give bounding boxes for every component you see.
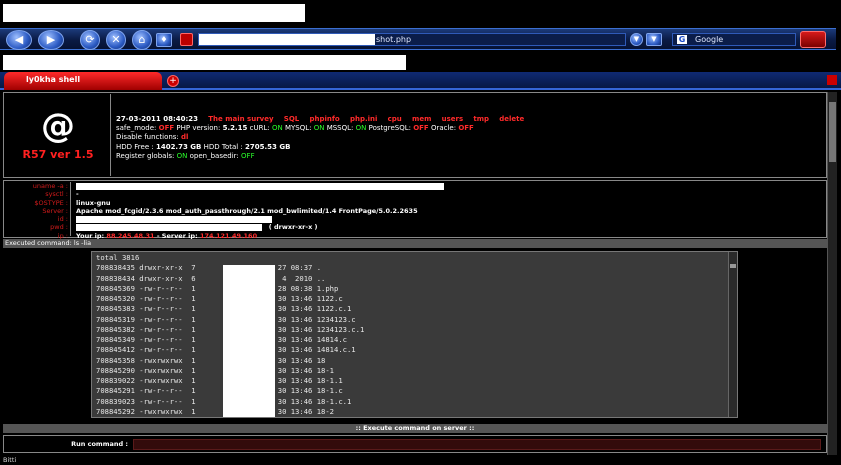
page-scrollbar[interactable] [827, 92, 837, 455]
nav-main-survey[interactable]: The main survey [208, 115, 273, 123]
server-info: 27-03-2011 08:40:23 The main survey SQL … [116, 115, 816, 161]
nav-php-ini[interactable]: php.ini [350, 115, 377, 123]
shield-icon: ♦ [160, 35, 168, 44]
nav-delete[interactable]: delete [499, 115, 524, 123]
redacted-owner-column [223, 265, 275, 417]
favorites-button[interactable]: ♦ [156, 33, 172, 47]
nav-users[interactable]: users [442, 115, 464, 123]
output-line: total 3816 [96, 253, 140, 262]
system-info: uname -a : sysctl : $OSTYPE : Server : i… [3, 180, 827, 240]
search-engine-label: Google [695, 35, 724, 44]
address-bar[interactable]: shot.php [198, 33, 626, 46]
go-button[interactable]: ▼ [630, 33, 643, 46]
hdd-line: HDD Free : 1402.73 GB HDD Total : 2705.5… [116, 142, 291, 151]
output-scrollbar[interactable] [728, 252, 737, 417]
redacted-url [199, 34, 375, 45]
redacted-uname [76, 182, 444, 190]
sys-labels: uname -a : sysctl : $OSTYPE : Server : i… [5, 182, 71, 240]
address-text: shot.php [376, 35, 412, 44]
executed-command-label: Executed command: ls -lia [3, 239, 827, 248]
sys-values: - linux-gnu Apache mod_fcgid/2.3.6 mod_a… [76, 182, 444, 240]
shell-header: @ R57 ver 1.5 27-03-2011 08:40:23 The ma… [3, 92, 827, 178]
php-config-line: safe_mode: OFF PHP version: 5.2.15 cURL:… [116, 124, 474, 133]
google-icon: G [677, 35, 687, 44]
nav-sql[interactable]: SQL [284, 115, 299, 123]
nav-phpinfo[interactable]: phpinfo [309, 115, 339, 123]
tab-strip: ly0kha shell + [0, 72, 841, 90]
forward-button[interactable]: ▶ [38, 30, 64, 50]
nav-mem[interactable]: mem [412, 115, 431, 123]
tab-shell[interactable]: ly0kha shell [4, 72, 162, 90]
run-command-input[interactable] [133, 439, 821, 450]
redacted-id [76, 215, 272, 223]
redacted-pwd [76, 223, 262, 231]
page-icon-button[interactable] [180, 33, 193, 46]
chevron-down-icon: ▼ [651, 35, 657, 43]
disable-functions-line: Disable functions: dl [116, 133, 189, 142]
redacted-bar-2 [3, 55, 406, 70]
history-button[interactable]: ▼ [646, 33, 662, 46]
datetime: 27-03-2011 08:40:23 [116, 115, 199, 123]
page-content: @ R57 ver 1.5 27-03-2011 08:40:23 The ma… [3, 92, 827, 455]
command-output[interactable]: total 3816 708838435 drwxr-xr-x 7 4096 Ma… [91, 251, 738, 418]
home-icon: ⌂ [138, 33, 146, 46]
logo: @ R57 ver 1.5 [5, 94, 111, 176]
stop-icon: ✕ [111, 33, 121, 46]
nav-tmp[interactable]: tmp [473, 115, 489, 123]
logo-version: R57 ver 1.5 [22, 148, 94, 161]
back-arrow-icon: ◀ [14, 33, 24, 46]
tab-title: ly0kha shell [26, 75, 81, 84]
register-globals-line: Register globals: ON open_basedir: OFF [116, 151, 255, 160]
execute-command-header: :: Execute command on server :: [3, 424, 827, 433]
home-button[interactable]: ⌂ [132, 30, 152, 50]
logo-symbol: @ [41, 106, 75, 146]
forward-arrow-icon: ▶ [46, 33, 56, 46]
stop-button[interactable]: ✕ [106, 30, 126, 50]
reload-icon: ⟳ [85, 33, 95, 46]
status-bar: Bitti [0, 456, 841, 465]
run-command-row: Run command : [3, 435, 827, 453]
run-command-label: Run command : [71, 440, 128, 448]
nav-cpu[interactable]: cpu [388, 115, 402, 123]
close-tab-button[interactable] [827, 75, 837, 85]
dropdown-icon: ▼ [633, 35, 640, 43]
search-go-button[interactable] [800, 31, 826, 48]
new-tab-button[interactable]: + [167, 75, 179, 87]
browser-toolbar: ◀ ▶ ⟳ ✕ ⌂ ♦ shot.php ▼ ▼ G Google [0, 28, 836, 50]
redacted-bar-top [3, 4, 305, 22]
search-input[interactable]: G Google [672, 33, 796, 46]
reload-button[interactable]: ⟳ [80, 30, 100, 50]
back-button[interactable]: ◀ [6, 30, 32, 50]
